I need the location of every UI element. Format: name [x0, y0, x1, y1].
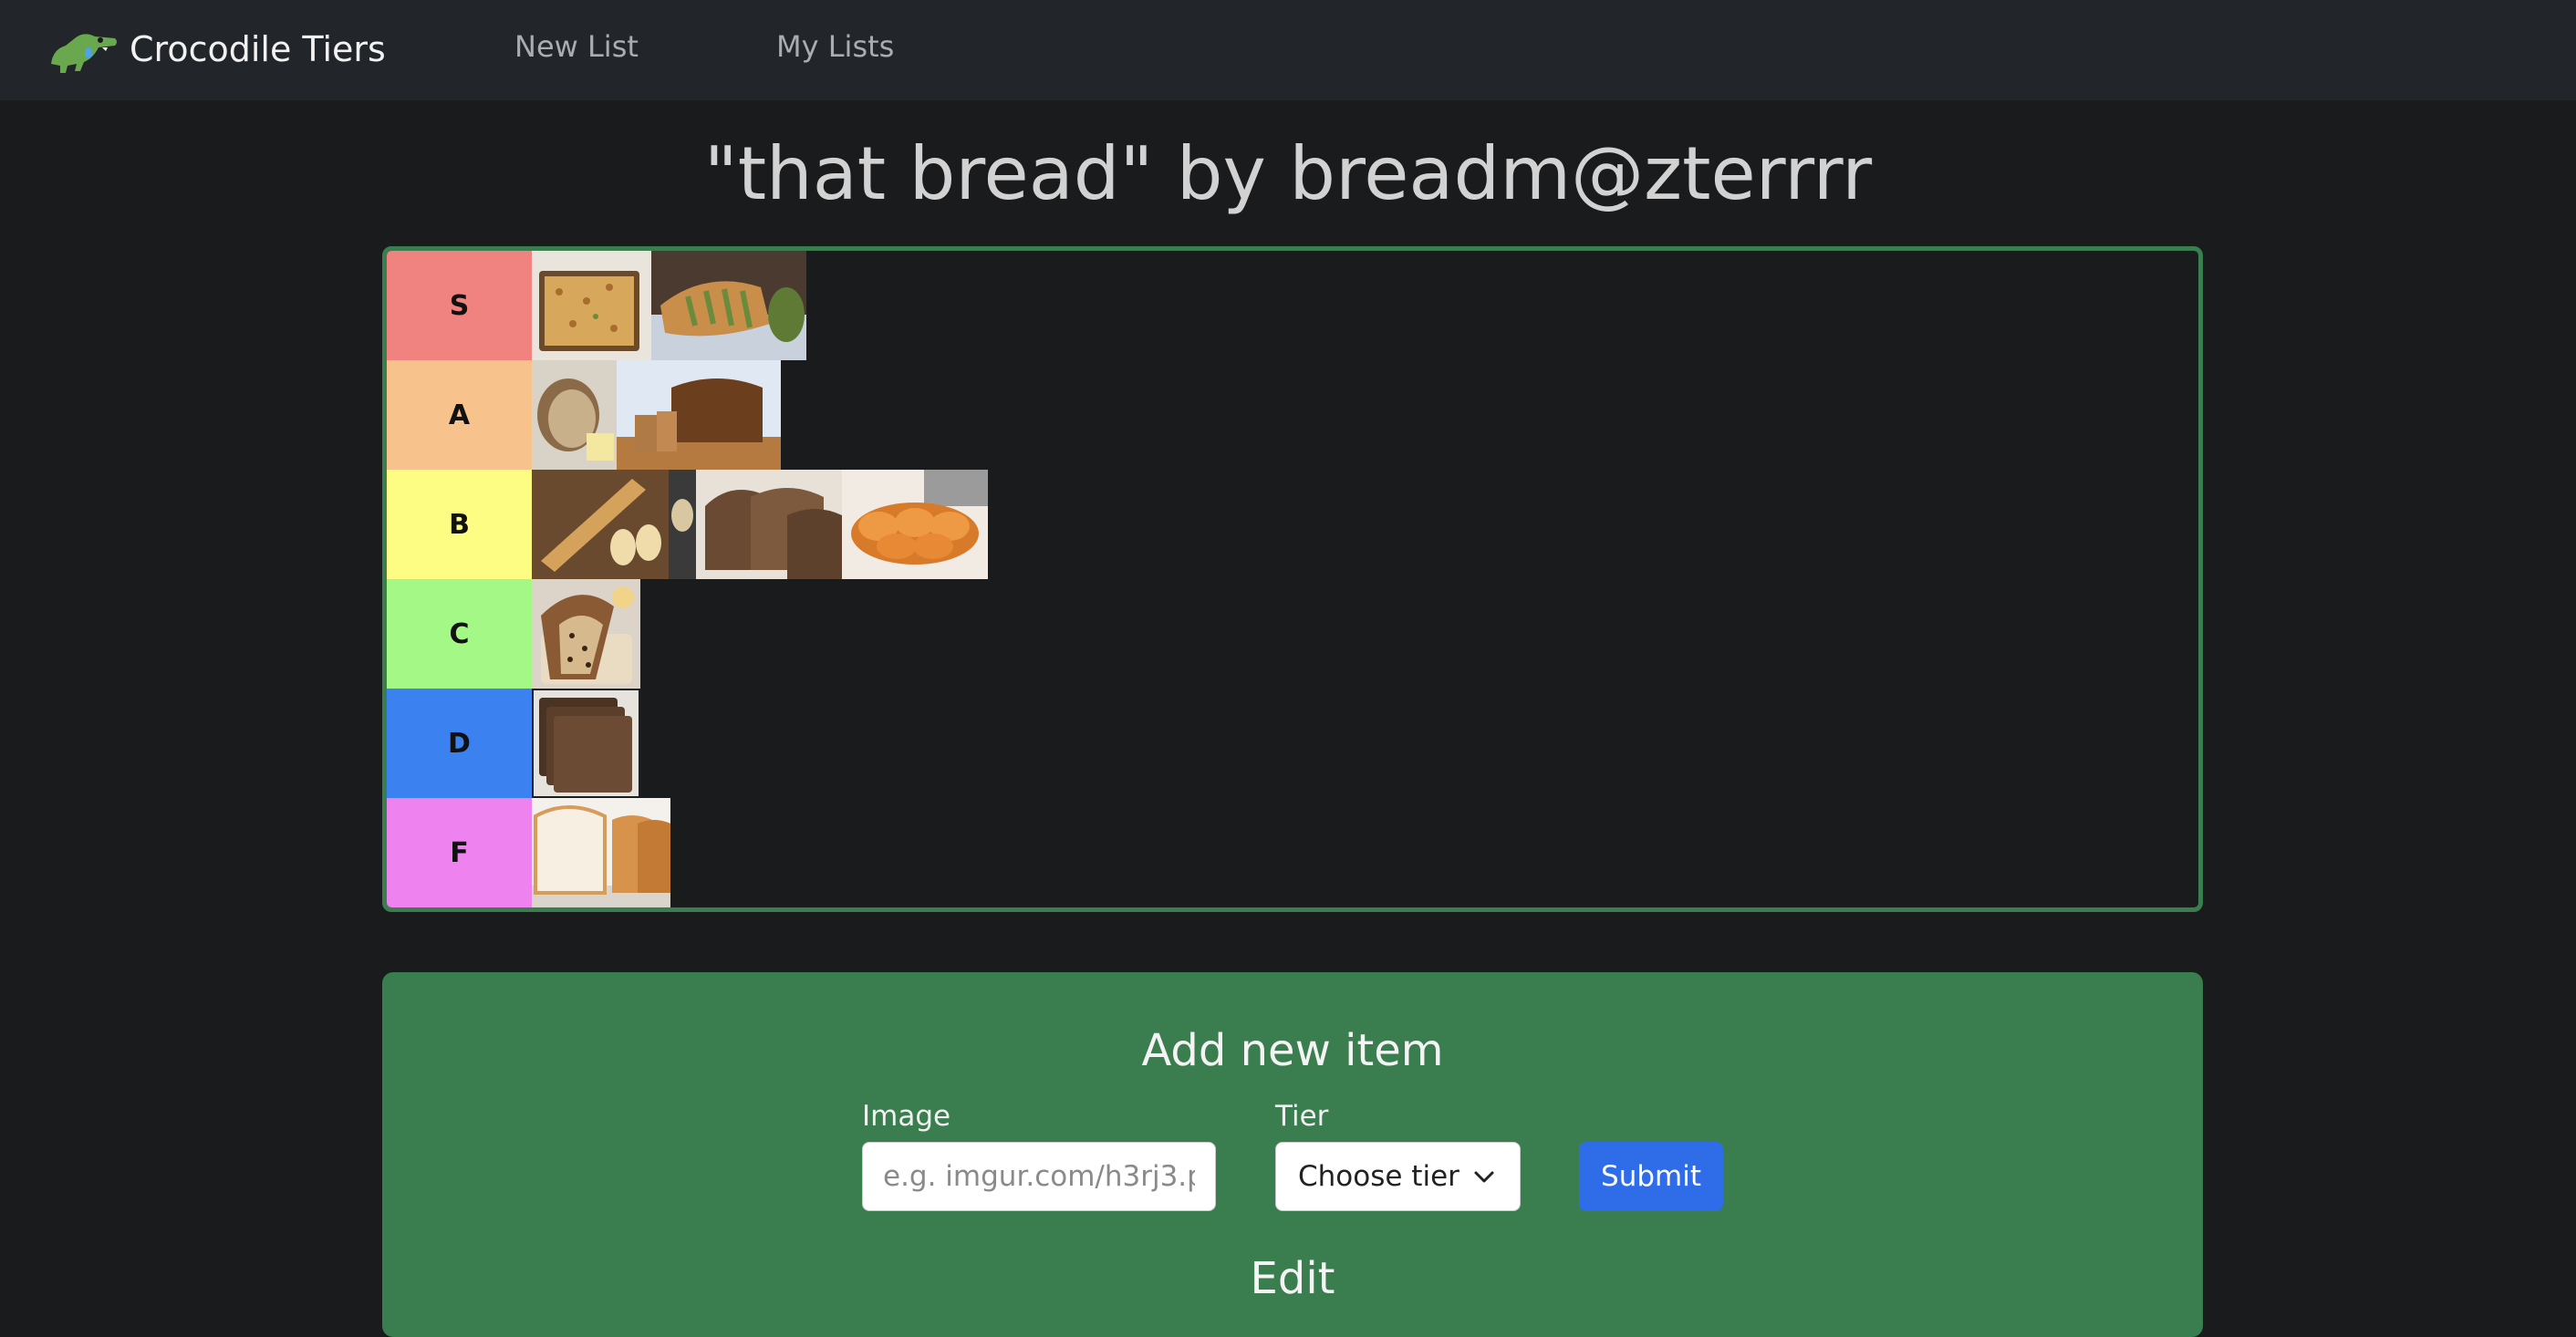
tier-items-a: [532, 360, 781, 470]
tier-row-a: A: [387, 360, 781, 470]
nav-new-list[interactable]: New List: [514, 29, 639, 64]
tier-label: Tier: [1275, 1100, 1329, 1133]
crocodile-logo-icon: [51, 34, 117, 73]
nav-my-lists[interactable]: My Lists: [776, 29, 894, 64]
tier-label-a: A: [387, 360, 532, 470]
add-item-title: Add new item: [1141, 1025, 1444, 1076]
page-title: "that bread" by breadm@zterrrr: [703, 131, 1873, 216]
tier-item-rye-bread-slices[interactable]: [696, 470, 842, 579]
submit-button[interactable]: Submit: [1579, 1142, 1723, 1211]
image-label: Image: [862, 1100, 951, 1133]
add-item-panel: Add new item Image Tier Choose tier Subm…: [382, 972, 2203, 1337]
tier-label-d: D: [387, 689, 532, 798]
edit-title: Edit: [1250, 1253, 1335, 1304]
tier-item-banana-bread[interactable]: [617, 360, 781, 470]
tier-row-b: B: [387, 470, 988, 579]
tier-label-f: F: [387, 798, 532, 907]
brand-link[interactable]: Crocodile Tiers: [47, 22, 386, 77]
tier-item-seeded-loaf[interactable]: [532, 360, 617, 470]
tier-row-c: C: [387, 579, 640, 689]
tier-select-value: Choose tier: [1298, 1160, 1459, 1193]
tier-row-d: D: [387, 689, 640, 798]
tier-item-herb-bread-loaf[interactable]: [651, 251, 806, 360]
tier-item-challah[interactable]: [842, 470, 988, 579]
tier-items-d: [532, 689, 640, 798]
tier-item-raisin-bread[interactable]: [532, 579, 640, 689]
tier-label-s: S: [387, 251, 532, 360]
tier-item-white-sandwich-bread[interactable]: [532, 798, 670, 907]
tier-board: S A B C D F: [382, 246, 2203, 912]
tier-label-b: B: [387, 470, 532, 579]
navbar: Crocodile Tiers New List My Lists: [0, 0, 2576, 100]
tier-row-f: F: [387, 798, 670, 907]
tier-item-baguette[interactable]: [532, 470, 696, 579]
tier-item-pumpernickel[interactable]: [532, 689, 640, 798]
tier-item-focaccia[interactable]: [532, 251, 651, 360]
image-url-input[interactable]: [862, 1142, 1216, 1211]
tier-items-f: [532, 798, 670, 907]
chevron-down-icon: [1474, 1171, 1494, 1183]
brand-name: Crocodile Tiers: [130, 29, 386, 69]
tier-label-c: C: [387, 579, 532, 689]
tier-items-b: [532, 470, 988, 579]
tier-select[interactable]: Choose tier: [1275, 1142, 1521, 1211]
tier-items-s: [532, 251, 806, 360]
tier-items-c: [532, 579, 640, 689]
tier-row-s: S: [387, 251, 806, 360]
